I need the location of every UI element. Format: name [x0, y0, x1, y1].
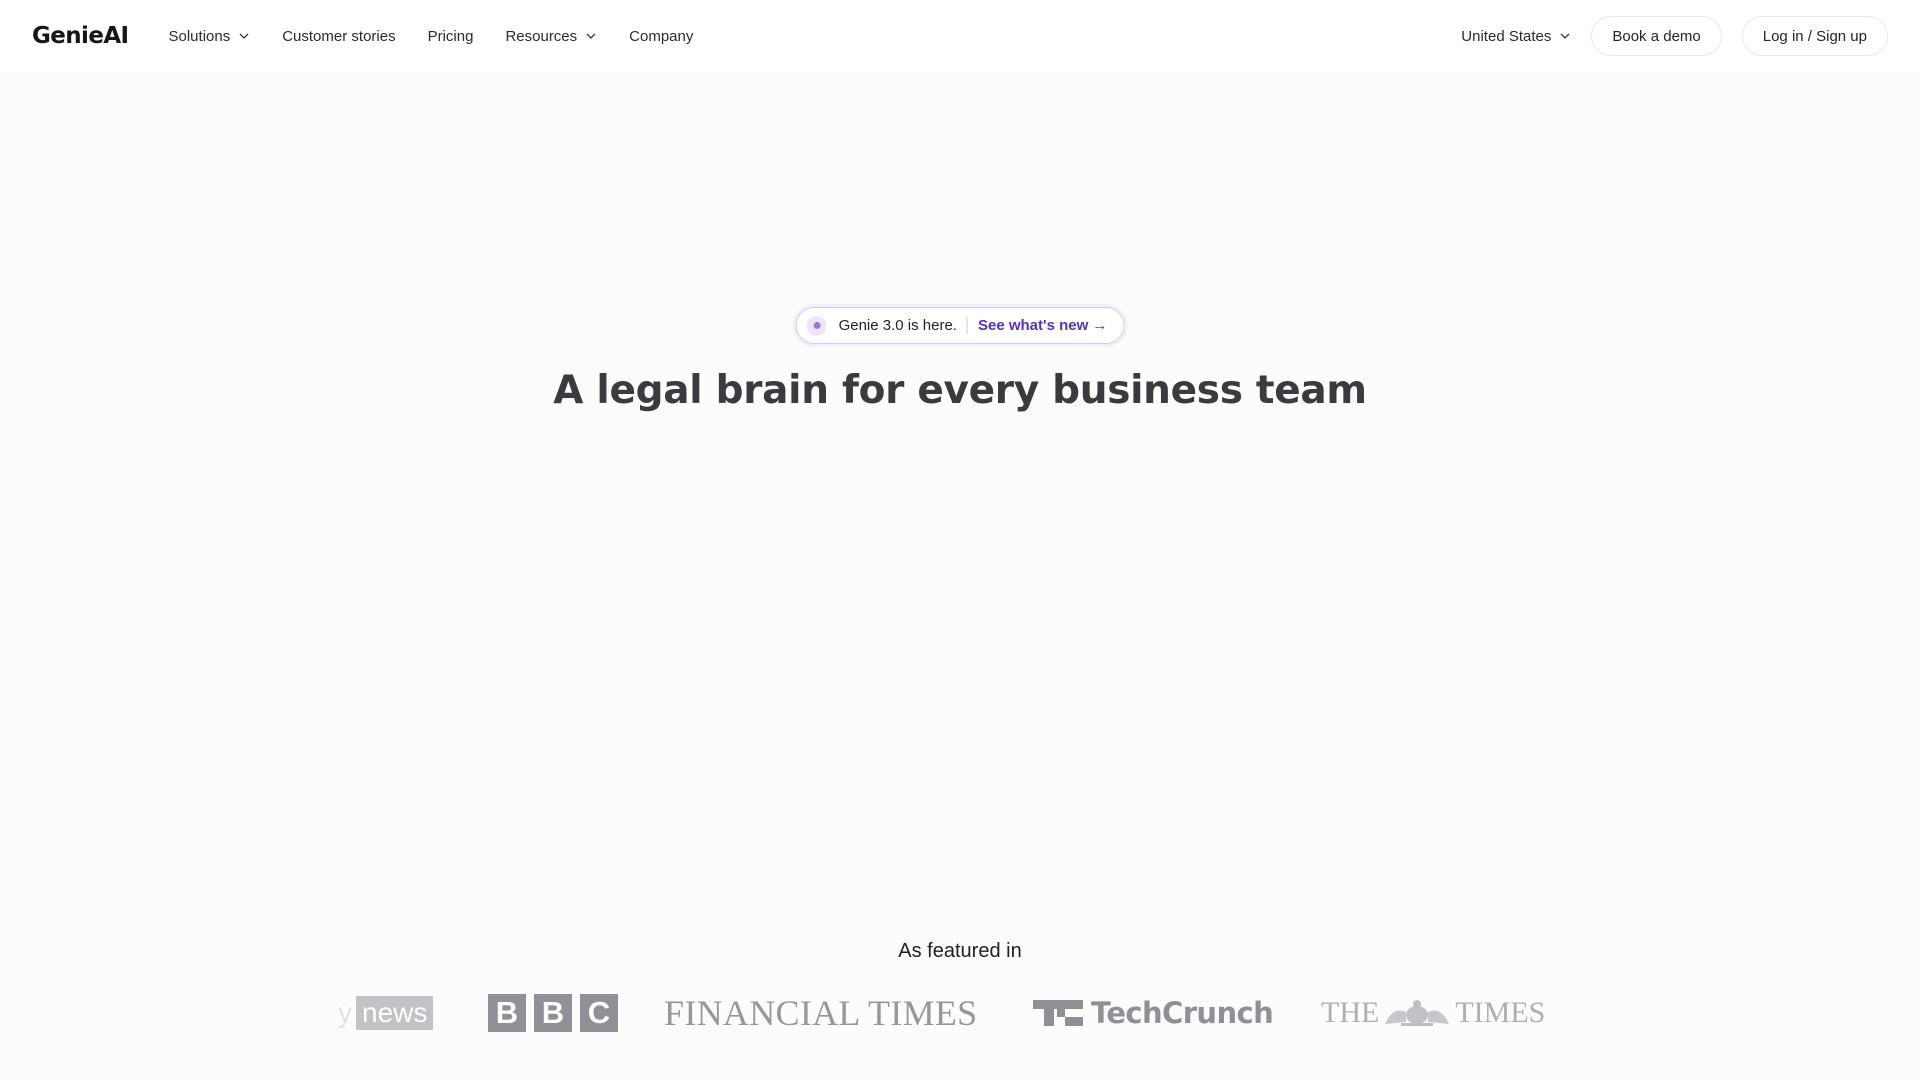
main-menu: Solutions Customer stories Pricing Resou… — [169, 28, 726, 45]
crest-icon — [1385, 1000, 1450, 1026]
nav-actions: United States Book a demo Log in / Sign … — [1461, 16, 1888, 56]
the-times-logo-left: THE — [1321, 996, 1380, 1029]
country-selector[interactable]: United States — [1461, 28, 1571, 45]
nav-item-company-label: Company — [629, 27, 694, 45]
sky-news-logo: y news — [338, 990, 440, 1036]
see-whats-new-link[interactable]: See what's new → — [978, 317, 1107, 334]
nav-item-pricing-label: Pricing — [427, 27, 474, 45]
announcement-text: Genie 3.0 is here. — [838, 317, 957, 334]
featured-title: As featured in — [898, 940, 1022, 962]
sky-news-logo-y: y — [338, 997, 352, 1028]
nav-item-customer-stories[interactable]: Customer stories — [282, 28, 395, 45]
press-logos-row: y news B B C FINANCIAL TIMES TechCrunch … — [338, 990, 1568, 1036]
nav-item-solutions[interactable]: Solutions — [169, 28, 251, 45]
chevron-down-icon — [586, 33, 596, 39]
bbc-logo-letter: C — [580, 994, 618, 1032]
book-demo-button[interactable]: Book a demo — [1591, 16, 1722, 56]
techcrunch-wordmark: TechCrunch — [1091, 996, 1274, 1030]
the-times-logo-right: TIMES — [1455, 996, 1546, 1029]
nav-item-pricing[interactable]: Pricing — [428, 28, 474, 45]
nav-item-solutions-label: Solutions — [168, 27, 231, 45]
announcement-divider — [966, 317, 968, 334]
announcement-pill[interactable]: Genie 3.0 is here. See what's new → — [795, 307, 1125, 344]
dot-icon — [806, 315, 827, 336]
bbc-logo: B B C — [488, 990, 618, 1036]
top-navigation: GenieAI Solutions Customer stories Prici… — [0, 0, 1920, 72]
techcrunch-logo: TechCrunch — [1033, 990, 1274, 1036]
chevron-down-icon — [239, 33, 249, 39]
dot-icon-inner — [813, 322, 821, 329]
chevron-down-icon — [1560, 33, 1570, 39]
nav-item-resources[interactable]: Resources — [505, 28, 597, 45]
nav-item-company[interactable]: Company — [629, 28, 693, 45]
genieai-logo[interactable]: GenieAI — [32, 23, 129, 49]
sky-news-logo-news: news — [356, 996, 434, 1030]
nav-item-customer-stories-label: Customer stories — [282, 27, 396, 45]
bbc-logo-letter: B — [488, 994, 526, 1032]
login-signup-button[interactable]: Log in / Sign up — [1741, 16, 1888, 56]
country-label: United States — [1461, 27, 1552, 45]
the-times-logo: THE TIMES — [1321, 990, 1545, 1036]
hero-headline: A legal brain for every business team — [553, 368, 1367, 413]
bbc-logo-letter: B — [534, 994, 572, 1032]
nav-item-resources-label: Resources — [505, 27, 578, 45]
financial-times-logo: FINANCIAL TIMES — [664, 993, 978, 1033]
techcrunch-mark-icon — [1033, 1000, 1083, 1026]
